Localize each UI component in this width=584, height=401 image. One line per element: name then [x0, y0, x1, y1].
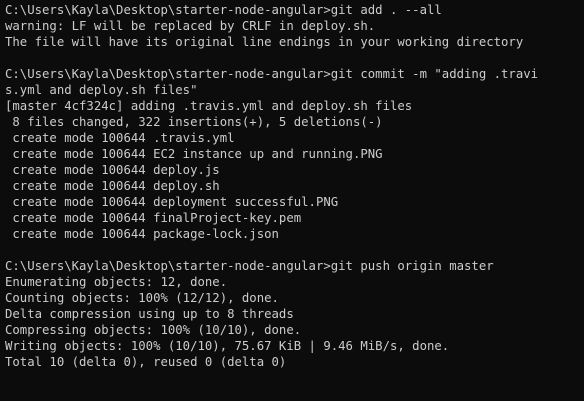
terminal-line: create mode 100644 deployment successful… — [5, 195, 339, 209]
terminal-line: create mode 100644 package-lock.json — [5, 227, 279, 241]
terminal-line: C:\Users\Kayla\Desktop\starter-node-angu… — [5, 3, 442, 17]
terminal-line: create mode 100644 deploy.sh — [5, 179, 220, 193]
terminal-line: [master 4cf324c] adding .travis.yml and … — [5, 99, 413, 113]
terminal-line: warning: LF will be replaced by CRLF in … — [5, 19, 376, 33]
terminal-line: 8 files changed, 322 insertions(+), 5 de… — [5, 115, 383, 129]
terminal-line: Delta compression using up to 8 threads — [5, 307, 294, 321]
terminal-line: create mode 100644 finalProject-key.pem — [5, 211, 302, 225]
terminal-line: create mode 100644 EC2 instance up and r… — [5, 147, 383, 161]
terminal-line: create mode 100644 .travis.yml — [5, 131, 235, 145]
terminal-line: Writing objects: 100% (10/10), 75.67 KiB… — [5, 339, 450, 353]
scrollbar[interactable] — [570, 0, 584, 401]
terminal-line: create mode 100644 deploy.js — [5, 163, 220, 177]
terminal-line: C:\Users\Kayla\Desktop\starter-node-angu… — [5, 259, 494, 273]
terminal-line: Counting objects: 100% (12/12), done. — [5, 291, 279, 305]
terminal-line: The file will have its original line end… — [5, 35, 524, 49]
terminal-line: Enumerating objects: 12, done. — [5, 275, 228, 289]
terminal-line: s.yml and deploy.sh files" — [5, 83, 198, 97]
terminal-window[interactable]: C:\Users\Kayla\Desktop\starter-node-angu… — [0, 0, 584, 401]
terminal-line: Total 10 (delta 0), reused 0 (delta 0) — [5, 355, 287, 369]
terminal-line: C:\Users\Kayla\Desktop\starter-node-angu… — [5, 67, 539, 81]
terminal-line: Compressing objects: 100% (10/10), done. — [5, 323, 302, 337]
